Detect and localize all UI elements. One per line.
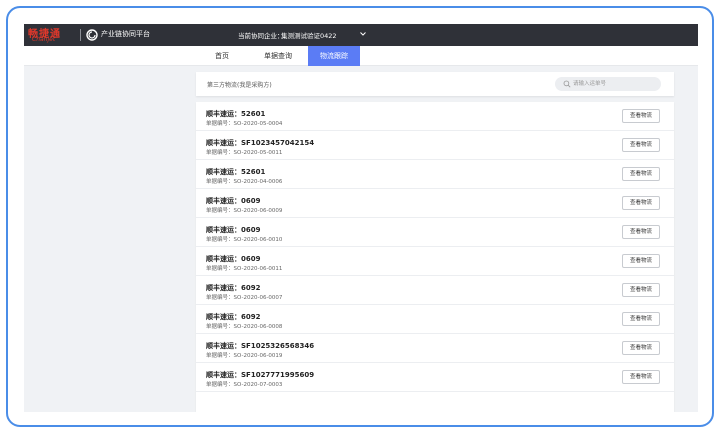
tab-document-query[interactable]: 单据查询 bbox=[248, 46, 308, 66]
shipment-doc-number: 单据编号：SO-2020-06-0008 bbox=[206, 324, 283, 330]
view-logistics-button[interactable]: 查看物流 bbox=[622, 138, 660, 152]
brand-logo-en: Chanjet bbox=[32, 36, 56, 43]
shipment-title: 顺丰速运：SF1023457042154 bbox=[206, 139, 315, 147]
shipment-row: 顺丰速运：6092 单据编号：SO-2020-06-0007 查看物流 bbox=[196, 276, 674, 305]
logistics-panel: 第三方物流(我是采购方) 顺丰速运：52601 单据编号：SO-2020-05-… bbox=[196, 72, 674, 412]
chevron-down-icon[interactable] bbox=[359, 30, 367, 38]
tracking-number-search-input[interactable] bbox=[573, 78, 657, 90]
shipment-row: 顺丰速运：6092 单据编号：SO-2020-06-0008 查看物流 bbox=[196, 305, 674, 334]
shipment-row: 顺丰速运：52601 单据编号：SO-2020-05-0004 查看物流 bbox=[196, 102, 674, 131]
brand-logo[interactable]: 畅捷通 Chanjet bbox=[28, 26, 76, 44]
shipment-doc-number: 单据编号：SO-2020-05-0011 bbox=[206, 150, 283, 156]
view-logistics-button[interactable]: 查看物流 bbox=[622, 283, 660, 297]
view-logistics-button[interactable]: 查看物流 bbox=[622, 109, 660, 123]
shipment-title: 顺丰速运：SF1025326568346 bbox=[206, 342, 315, 350]
shipment-doc-number: 单据编号：SO-2020-06-0019 bbox=[206, 353, 283, 359]
shipment-row: 顺丰速运：52601 单据编号：SO-2020-04-0006 查看物流 bbox=[196, 160, 674, 189]
shipment-title: 顺丰速运：SF1027771995609 bbox=[206, 371, 315, 379]
view-logistics-button[interactable]: 查看物流 bbox=[622, 196, 660, 210]
filter-title: 第三方物流(我是采购方) bbox=[207, 82, 272, 89]
shipment-row: 顺丰速运：0609 单据编号：SO-2020-06-0011 查看物流 bbox=[196, 247, 674, 276]
view-logistics-button[interactable]: 查看物流 bbox=[622, 341, 660, 355]
shipment-doc-number: 单据编号：SO-2020-07-0003 bbox=[206, 382, 283, 388]
view-logistics-button[interactable]: 查看物流 bbox=[622, 167, 660, 181]
view-logistics-button[interactable]: 查看物流 bbox=[622, 312, 660, 326]
search-icon bbox=[563, 80, 571, 88]
tab-logistics-tracking[interactable]: 物流跟踪 bbox=[308, 46, 360, 66]
shipment-doc-number: 单据编号：SO-2020-06-0007 bbox=[206, 295, 283, 301]
shipment-row: 顺丰速运：SF1025326568346 单据编号：SO-2020-06-001… bbox=[196, 334, 674, 363]
shipment-title: 顺丰速运：0609 bbox=[206, 226, 261, 234]
search-box[interactable] bbox=[555, 77, 661, 91]
platform-name: 产业链协同平台 bbox=[101, 30, 150, 38]
shipment-doc-number: 单据编号：SO-2020-06-0011 bbox=[206, 266, 283, 272]
shipment-doc-number: 单据编号：SO-2020-06-0010 bbox=[206, 237, 283, 243]
top-bar: 畅捷通 Chanjet 产业链协同平台 当前协同企业： 集测测试验证0422 bbox=[24, 24, 698, 46]
device-frame: 畅捷通 Chanjet 产业链协同平台 当前协同企业： 集测测试验证0422 首… bbox=[6, 6, 714, 427]
shipment-list: 顺丰速运：52601 单据编号：SO-2020-05-0004 查看物流 顺丰速… bbox=[196, 102, 674, 412]
shipment-row: 顺丰速运：SF1023457042154 单据编号：SO-2020-05-001… bbox=[196, 131, 674, 160]
shipment-row: 顺丰速运：SF1027771995609 单据编号：SO-2020-07-000… bbox=[196, 363, 674, 392]
shipment-title: 顺丰速运：0609 bbox=[206, 197, 261, 205]
shipment-title: 顺丰速运：52601 bbox=[206, 168, 266, 176]
company-label: 当前协同企业： bbox=[238, 32, 284, 40]
view-logistics-button[interactable]: 查看物流 bbox=[622, 225, 660, 239]
main-nav: 首页 单据查询 物流跟踪 bbox=[24, 46, 698, 66]
shipment-row: 顺丰速运：0609 单据编号：SO-2020-06-0010 查看物流 bbox=[196, 218, 674, 247]
shipment-row: 顺丰速运：0609 单据编号：SO-2020-06-0009 查看物流 bbox=[196, 189, 674, 218]
shipment-doc-number: 单据编号：SO-2020-06-0009 bbox=[206, 208, 283, 214]
tab-home[interactable]: 首页 bbox=[196, 46, 248, 66]
shipment-title: 顺丰速运：52601 bbox=[206, 110, 266, 118]
shipment-title: 顺丰速运：6092 bbox=[206, 313, 261, 321]
shipment-doc-number: 单据编号：SO-2020-05-0004 bbox=[206, 121, 283, 127]
shipment-title: 顺丰速运：0609 bbox=[206, 255, 261, 263]
platform-logo-icon bbox=[86, 29, 98, 41]
company-select[interactable]: 集测测试验证0422 bbox=[281, 30, 337, 40]
view-logistics-button[interactable]: 查看物流 bbox=[622, 370, 660, 384]
view-logistics-button[interactable]: 查看物流 bbox=[622, 254, 660, 268]
shipment-title: 顺丰速运：6092 bbox=[206, 284, 261, 292]
shipment-doc-number: 单据编号：SO-2020-04-0006 bbox=[206, 179, 283, 185]
logo-divider bbox=[80, 29, 81, 41]
filter-bar: 第三方物流(我是采购方) bbox=[196, 72, 674, 96]
app-screen: 畅捷通 Chanjet 产业链协同平台 当前协同企业： 集测测试验证0422 首… bbox=[24, 24, 698, 412]
